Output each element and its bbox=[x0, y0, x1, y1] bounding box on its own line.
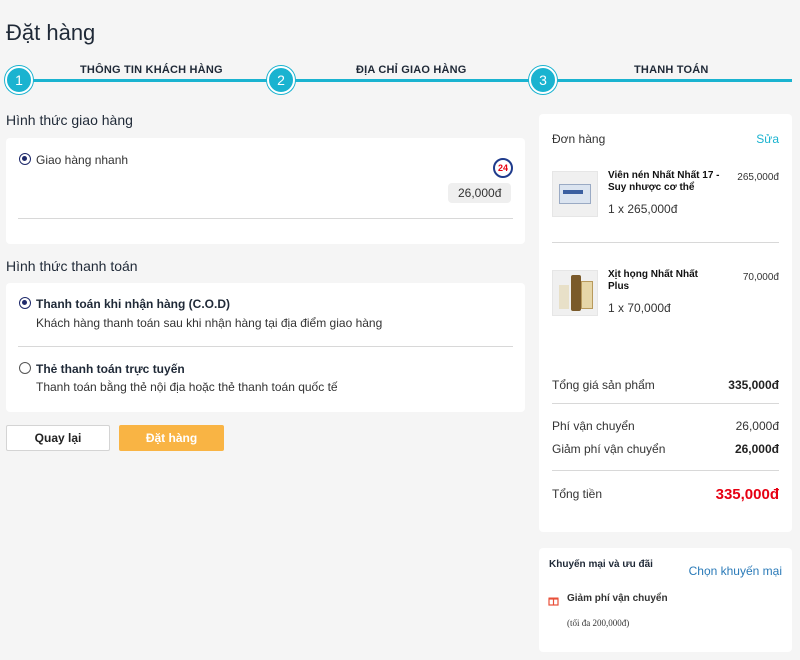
shipping-option-label: Giao hàng nhanh bbox=[36, 153, 129, 167]
step-1-circle[interactable]: 1 bbox=[5, 66, 33, 94]
stepper-line bbox=[18, 79, 792, 82]
checkout-stepper: 1 THÔNG TIN KHÁCH HÀNG 2 ĐỊA CHỈ GIAO HÀ… bbox=[0, 64, 800, 98]
product-1-name: Viên nén Nhất Nhất 17 - Suy nhược cơ thể bbox=[608, 170, 720, 193]
step-1-label: THÔNG TIN KHÁCH HÀNG bbox=[80, 64, 223, 76]
shipping-section-title: Hình thức giao hàng bbox=[6, 112, 133, 128]
payment-cod-radio[interactable] bbox=[19, 297, 31, 309]
shipping-fee-value: 26,000đ bbox=[735, 419, 779, 433]
carrier-logo-icon: 24 bbox=[493, 158, 513, 178]
payment-online-radio[interactable] bbox=[19, 362, 31, 374]
grand-total-label: Tổng tiền bbox=[552, 487, 603, 501]
product-2-total: 70,000đ bbox=[742, 272, 779, 283]
grand-total-value: 335,000đ bbox=[715, 486, 779, 503]
payment-divider bbox=[18, 346, 513, 347]
payment-card: Thanh toán khi nhận hàng (C.O.D) Khách h… bbox=[6, 283, 525, 412]
step-3-circle[interactable]: 3 bbox=[529, 66, 557, 94]
shipping-discount-value: 26,000đ bbox=[734, 442, 779, 456]
payment-cod-description: Khách hàng thanh toán sau khi nhận hàng … bbox=[36, 316, 383, 330]
back-button[interactable]: Quay lại bbox=[6, 425, 110, 451]
step-2-circle[interactable]: 2 bbox=[267, 66, 295, 94]
promotion-title: Khuyến mại và ưu đãi bbox=[549, 559, 653, 570]
subtotal-value: 335,000đ bbox=[728, 378, 779, 392]
shipping-fee-label: Phí vận chuyển bbox=[552, 419, 635, 433]
product-1-qty-price: 1 x 265,000đ bbox=[608, 202, 678, 216]
subtotal-label: Tổng giá sản phẩm bbox=[552, 378, 655, 392]
shipping-divider bbox=[18, 218, 513, 219]
gift-icon bbox=[548, 593, 559, 606]
product-2-name: Xịt họng Nhất Nhất Plus bbox=[608, 269, 698, 292]
order-edit-link[interactable]: Sửa bbox=[756, 132, 779, 146]
payment-section-title: Hình thức thanh toán bbox=[6, 258, 138, 274]
product-2-qty-price: 1 x 70,000đ bbox=[608, 301, 671, 315]
page-title: Đặt hàng bbox=[6, 20, 96, 45]
product-1-image bbox=[552, 171, 598, 217]
product-2-image bbox=[552, 270, 598, 316]
step-2-label: ĐỊA CHỈ GIAO HÀNG bbox=[356, 64, 467, 76]
totals-divider-1 bbox=[552, 403, 779, 404]
product-1-total: 265,000đ bbox=[737, 172, 779, 183]
order-summary-card: Đơn hàng Sửa Viên nén Nhất Nhất 17 - Suy… bbox=[539, 114, 792, 532]
place-order-button[interactable]: Đặt hàng bbox=[119, 425, 224, 451]
totals-divider-2 bbox=[552, 470, 779, 471]
shipping-card: Giao hàng nhanh 24 26,000đ bbox=[6, 138, 525, 244]
shipping-fast-radio[interactable] bbox=[19, 153, 31, 165]
order-item-divider bbox=[552, 242, 779, 243]
payment-online-title: Thẻ thanh toán trực tuyến bbox=[36, 362, 185, 376]
promotion-item-note: (tối đa 200,000đ) bbox=[567, 618, 630, 628]
payment-cod-title: Thanh toán khi nhận hàng (C.O.D) bbox=[36, 297, 230, 311]
payment-online-description: Thanh toán bằng thẻ nội địa hoặc thẻ tha… bbox=[36, 380, 338, 394]
order-title: Đơn hàng bbox=[552, 132, 606, 146]
choose-promotion-link[interactable]: Chọn khuyến mại bbox=[689, 564, 782, 578]
promotion-card: Khuyến mại và ưu đãi Chọn khuyến mại Giả… bbox=[539, 548, 792, 652]
promotion-item-title: Giảm phí vận chuyển bbox=[567, 593, 668, 604]
shipping-price: 26,000đ bbox=[448, 183, 512, 203]
step-3-label: THANH TOÁN bbox=[634, 64, 709, 76]
shipping-discount-label: Giảm phí vận chuyển bbox=[552, 442, 666, 456]
